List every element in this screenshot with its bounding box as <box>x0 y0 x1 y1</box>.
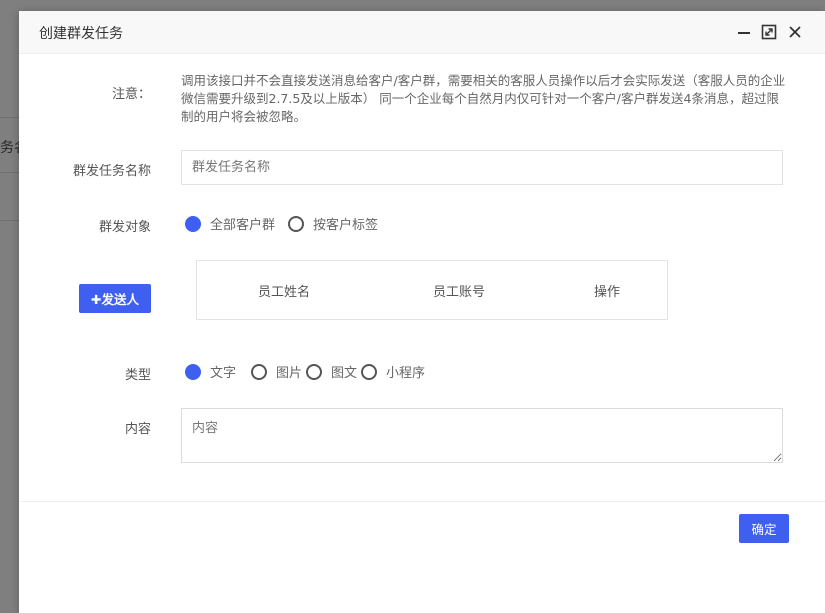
type-label: 类型 <box>124 368 151 383</box>
dialog-title: 创建群发任务 <box>39 26 123 42</box>
background-divider <box>0 117 20 118</box>
task-name-input[interactable] <box>181 150 783 185</box>
target-option-all-groups[interactable]: 全部客户群 <box>185 214 275 233</box>
target-radio-group: 全部客户群 按客户标签 <box>185 214 378 233</box>
column-header-account: 员工账号 <box>433 285 486 300</box>
footer-divider <box>19 501 825 502</box>
radio-label: 按客户标签 <box>313 218 379 233</box>
column-header-action: 操作 <box>594 285 621 300</box>
type-radio-group: 文字 图片 图文 小程序 <box>185 362 425 381</box>
radio-unchecked-icon <box>251 363 268 380</box>
radio-checked-icon <box>185 215 201 232</box>
task-name-label: 群发任务名称 <box>72 164 151 179</box>
radio-label: 小程序 <box>386 366 426 381</box>
radio-label: 图片 <box>276 366 303 381</box>
target-option-by-tag[interactable]: 按客户标签 <box>288 214 378 233</box>
radio-unchecked-icon <box>288 215 305 232</box>
target-label: 群发对象 <box>98 220 151 235</box>
radio-unchecked-icon <box>306 363 323 380</box>
type-option-text[interactable]: 文字 <box>185 362 236 381</box>
background-divider <box>0 172 20 173</box>
radio-checked-icon <box>185 363 201 380</box>
type-option-article[interactable]: 图文 <box>306 362 357 381</box>
notice-label: 注意： <box>111 87 151 102</box>
minimize-icon[interactable] <box>735 23 753 41</box>
add-sender-button[interactable]: ✚发送人 <box>79 284 151 313</box>
maximize-icon[interactable] <box>760 23 778 41</box>
notice-text: 调用该接口并不会直接发送消息给客户/客户群，需要相关的客服人员操作以后才会实际发… <box>181 73 786 124</box>
content-label: 内容 <box>124 422 151 437</box>
background-divider <box>0 220 20 221</box>
radio-label: 全部客户群 <box>210 218 276 233</box>
confirm-button[interactable]: 确定 <box>739 514 789 543</box>
radio-unchecked-icon <box>361 363 378 380</box>
radio-label: 文字 <box>210 366 237 381</box>
column-header-name: 员工姓名 <box>258 285 311 300</box>
type-option-image[interactable]: 图片 <box>251 362 302 381</box>
content-textarea[interactable] <box>181 408 783 463</box>
close-icon[interactable] <box>786 23 804 41</box>
radio-label: 图文 <box>331 366 358 381</box>
type-option-miniprogram[interactable]: 小程序 <box>361 362 425 381</box>
dialog-header: 创建群发任务 <box>19 11 825 54</box>
background-partial-text: 务名 <box>0 140 20 156</box>
create-broadcast-dialog: 创建群发任务 注意： 调用该接口并不会直接发送消息给客户/客户群，需要相关的客服… <box>19 11 825 613</box>
sender-table: 员工姓名 员工账号 操作 <box>196 260 668 320</box>
